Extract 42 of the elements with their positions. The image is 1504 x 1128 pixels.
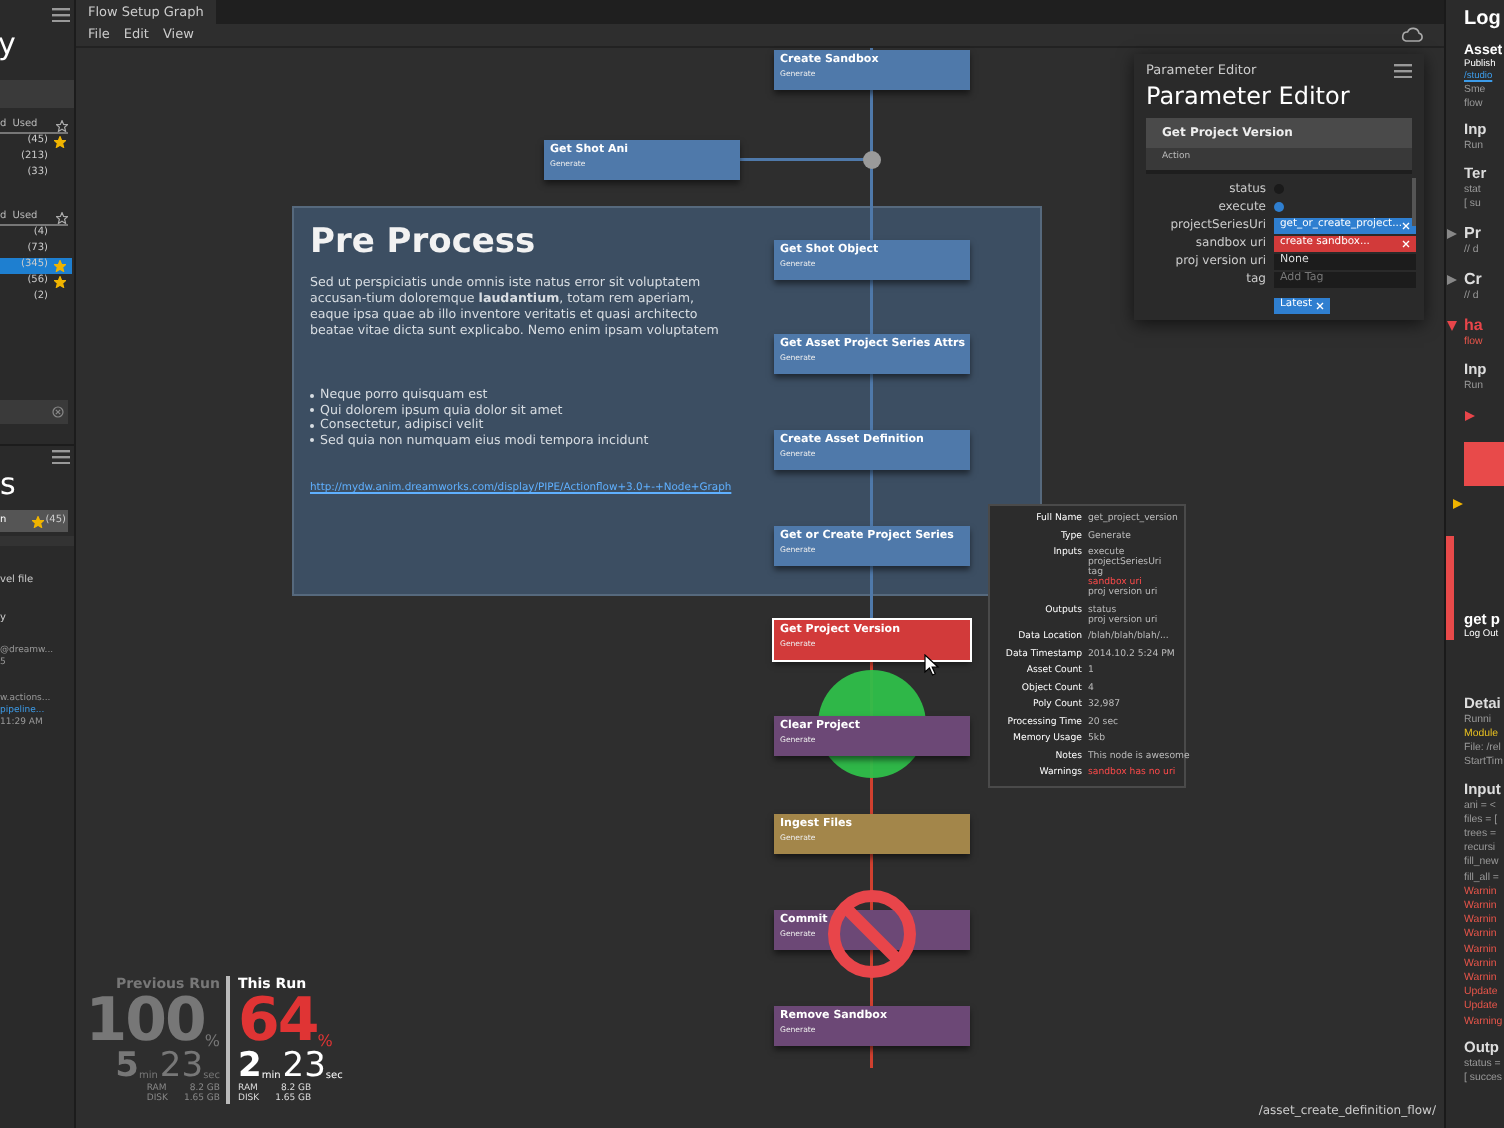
- percent-value: 100: [85, 994, 205, 1050]
- close-icon: [1402, 239, 1411, 247]
- star-icon: [54, 136, 66, 148]
- cloud-icon: [1400, 26, 1424, 42]
- expand-icon: [1452, 497, 1464, 510]
- menu-icon: [1394, 64, 1412, 79]
- log-text: Log: [1464, 8, 1501, 32]
- expand-icon: [1464, 409, 1476, 422]
- log-text: ha: [1464, 316, 1483, 336]
- minutes-value: 2: [238, 1050, 262, 1082]
- star-outline-icon: [56, 119, 68, 131]
- star-icon: [31, 515, 44, 527]
- minutes-value: 5: [115, 1050, 139, 1082]
- percent-value: 64: [238, 994, 318, 1050]
- star-icon: [54, 260, 66, 272]
- prohibited-icon: [826, 888, 918, 980]
- seconds-value: 23: [282, 1050, 326, 1082]
- junction-icon: [862, 150, 882, 170]
- star-outline-icon: [56, 211, 68, 223]
- seconds-value: 23: [159, 1050, 204, 1082]
- menu-icon[interactable]: [52, 7, 70, 21]
- panel-heading: s: [0, 468, 18, 500]
- search-field[interactable]: [0, 400, 68, 424]
- close-icon: [1402, 221, 1411, 229]
- percent-unit: %: [317, 1034, 333, 1050]
- table-toolbar: [0, 80, 74, 108]
- close-icon: [1316, 301, 1325, 309]
- expand-icon: [1446, 274, 1458, 287]
- star-icon: [54, 276, 66, 288]
- scrollbar: [1412, 178, 1416, 226]
- clear-icon: [52, 406, 64, 418]
- expand-icon: [1446, 228, 1458, 241]
- menu-icon[interactable]: [52, 450, 70, 464]
- note-title: Pre Process: [310, 220, 536, 264]
- panel-title: Parameter Editor: [1146, 81, 1352, 110]
- log-text: Pr: [1464, 224, 1481, 244]
- cursor-icon: [924, 654, 940, 676]
- percent-unit: %: [204, 1034, 220, 1050]
- accent-bar: [1446, 536, 1454, 640]
- log-text: Cr: [1464, 270, 1482, 290]
- error-block: [1464, 441, 1504, 486]
- collapse-icon: [1446, 320, 1458, 333]
